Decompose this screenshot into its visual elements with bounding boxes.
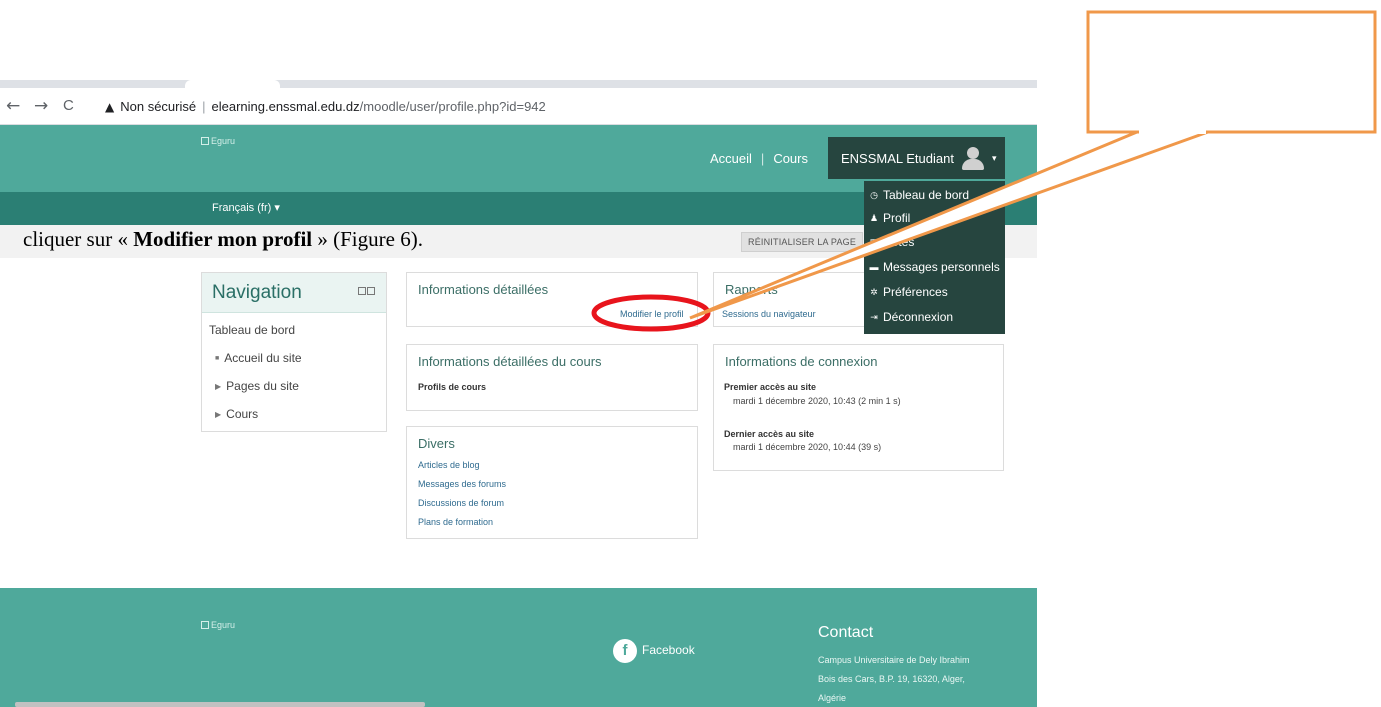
url-path: /moodle/user/profile.php?id=942 — [359, 99, 546, 114]
facebook-icon[interactable]: f — [613, 639, 637, 663]
site-footer: Eguru f Facebook Contact Campus Universi… — [0, 588, 1037, 707]
instruction-suffix: » (Figure 6). — [312, 227, 423, 251]
nav-item-dashboard[interactable]: Tableau de bord — [209, 323, 295, 337]
forum-posts-link[interactable]: Messages des forums — [418, 479, 506, 489]
instruction-prefix: cliquer sur « — [23, 227, 134, 251]
menu-item-profile[interactable]: ♟ Profil — [869, 211, 910, 225]
user-icon: ♟ — [869, 212, 879, 223]
nav-separator: | — [760, 151, 765, 166]
contact-title: Contact — [818, 624, 874, 641]
caret-down-icon: ▾ — [991, 152, 997, 163]
nav-home-link[interactable]: Accueil — [710, 151, 752, 166]
site-logo[interactable]: Eguru — [201, 136, 235, 146]
top-navigation: Accueil | Cours — [710, 151, 808, 166]
footer-logo-alt: Eguru — [211, 620, 236, 630]
misc-block: Divers Articles de blog Messages des for… — [406, 426, 698, 539]
logout-icon: ⇥ — [870, 311, 878, 322]
menu-item-grades[interactable]: ▦ Notes — [869, 235, 915, 249]
forward-icon[interactable]: → — [34, 96, 48, 116]
warning-icon: ▲ — [105, 99, 115, 114]
active-tab[interactable] — [185, 80, 280, 88]
url-host: elearning.enssmal.edu.dz — [211, 99, 360, 114]
edit-profile-link[interactable]: Modifier le profil — [620, 309, 684, 319]
expand-icon: ▶ — [215, 382, 222, 391]
course-profiles-label: Profils de cours — [418, 382, 487, 392]
grades-icon: ▦ — [869, 236, 879, 247]
menu-item-label: Notes — [883, 235, 915, 249]
menu-item-label: Déconnexion — [883, 310, 954, 324]
course-details-block: Informations détaillées du cours Profils… — [406, 344, 698, 411]
last-access-label: Dernier accès au site — [724, 429, 815, 439]
navigation-header: Navigation — [202, 273, 386, 313]
facebook-link[interactable]: Facebook — [642, 643, 695, 657]
bullet-icon: ■ — [215, 355, 220, 362]
gear-icon: ✲ — [870, 286, 878, 297]
user-dropdown-menu: ◷ Tableau de bord ♟ Profil ▦ Notes ▬ Message… — [864, 181, 1005, 334]
details-title: Informations détaillées — [418, 282, 549, 297]
url-field[interactable]: ▲ Non sécurisé | elearning.enssmal.edu.d… — [105, 94, 546, 119]
last-access-value: mardi 1 décembre 2020, 10:44 (39 s) — [733, 442, 882, 452]
forum-discussions-link[interactable]: Discussions de forum — [418, 498, 504, 508]
nav-item-label: Accueil du site — [224, 351, 302, 365]
expand-icon: ▶ — [215, 410, 222, 419]
menu-item-label: Profil — [883, 211, 911, 225]
dashboard-icon: ◷ — [870, 189, 878, 200]
nav-item-label: Cours — [226, 407, 259, 421]
nav-item-site-pages[interactable]: ▶ Pages du site — [215, 379, 299, 393]
first-access-label: Premier accès au site — [724, 382, 817, 392]
horizontal-scrollbar[interactable] — [15, 702, 425, 707]
course-details-title: Informations détaillées du cours — [418, 354, 602, 369]
contact-line: Algérie — [818, 693, 847, 703]
browser-sessions-link[interactable]: Sessions du navigateur — [722, 309, 816, 319]
navigation-title: Navigation — [212, 282, 302, 303]
nav-item-site-home[interactable]: ■ Accueil du site — [215, 351, 302, 365]
menu-item-preferences[interactable]: ✲ Préférences — [869, 285, 948, 299]
callout-box — [1086, 10, 1377, 134]
login-info-block: Informations de connexion Premier accès … — [713, 344, 1004, 471]
reload-icon[interactable]: C — [63, 96, 74, 116]
security-label: Non sécurisé — [120, 99, 197, 114]
address-bar: ← → C ▲ Non sécurisé | elearning.enssmal… — [0, 88, 1037, 125]
browser-tabstrip — [0, 80, 1037, 88]
broken-image-icon — [201, 621, 209, 629]
nav-courses-link[interactable]: Cours — [773, 151, 808, 166]
broken-image-icon — [201, 137, 209, 145]
login-info-title: Informations de connexion — [725, 354, 878, 369]
instruction-text: cliquer sur « Modifier mon profil » (Fig… — [23, 227, 423, 252]
menu-item-label: Messages personnels — [883, 260, 1000, 274]
learning-plans-link[interactable]: Plans de formation — [418, 517, 493, 527]
message-icon: ▬ — [869, 262, 879, 272]
menu-item-label: Tableau de bord — [883, 188, 970, 202]
avatar — [960, 145, 986, 171]
menu-item-logout[interactable]: ⇥ Déconnexion — [869, 310, 953, 324]
url-separator: | — [202, 99, 206, 114]
reports-title: Rapports — [725, 282, 778, 297]
language-selector[interactable]: Français (fr) ▾ — [212, 201, 280, 214]
menu-item-label: Préférences — [883, 285, 948, 299]
instruction-bold: Modifier mon profil — [133, 227, 313, 251]
menu-item-messages[interactable]: ▬ Messages personnels — [869, 260, 1000, 274]
user-name: ENSSMAL Etudiant — [841, 150, 954, 166]
nav-item-label: Pages du site — [226, 379, 299, 393]
block-controls-icon[interactable] — [358, 287, 375, 295]
details-block: Informations détaillées Modifier le prof… — [406, 272, 698, 327]
footer-logo: Eguru — [201, 620, 235, 630]
site-logo-alt: Eguru — [211, 136, 236, 146]
blog-articles-link[interactable]: Articles de blog — [418, 460, 480, 470]
menu-item-dashboard[interactable]: ◷ Tableau de bord — [869, 188, 969, 202]
back-icon[interactable]: ← — [6, 96, 20, 116]
misc-title: Divers — [418, 436, 455, 451]
contact-line: Bois des Cars, B.P. 19, 16320, Alger, — [818, 674, 965, 684]
reset-page-button[interactable]: RÉINITIALISER LA PAGE — [741, 232, 864, 252]
user-menu-toggle[interactable]: ENSSMAL Etudiant ▾ — [828, 137, 1005, 179]
contact-line: Campus Universitaire de Dely Ibrahim — [818, 655, 970, 665]
navigation-block: Navigation Tableau de bord ■ Accueil du s… — [201, 272, 387, 432]
nav-item-courses[interactable]: ▶ Cours — [215, 407, 258, 421]
first-access-value: mardi 1 décembre 2020, 10:43 (2 min 1 s) — [733, 396, 901, 406]
